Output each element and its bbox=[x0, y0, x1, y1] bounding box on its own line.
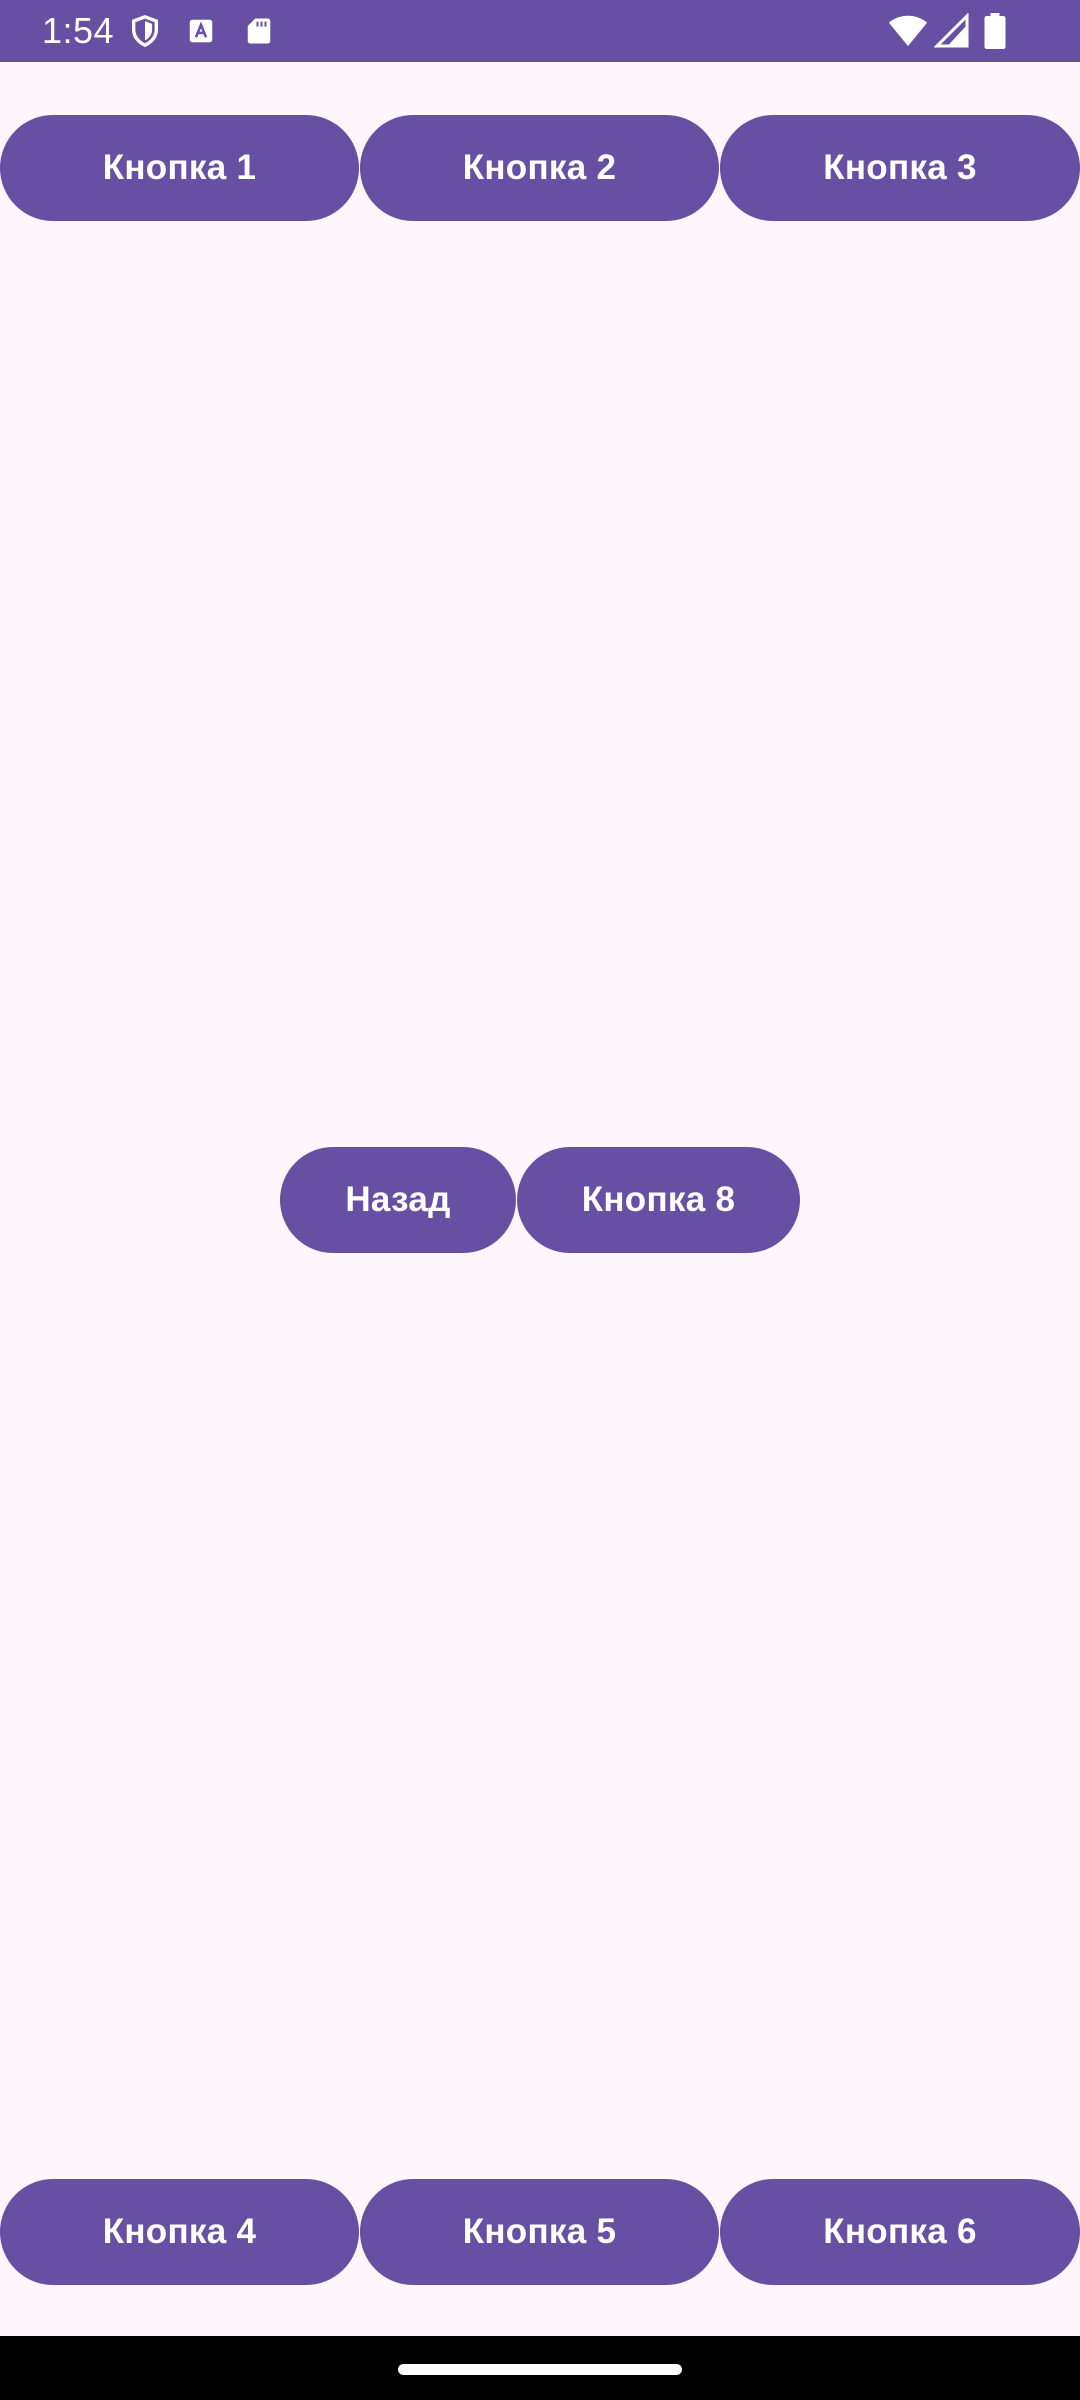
signal-icon bbox=[934, 13, 969, 48]
font-icon bbox=[189, 19, 213, 43]
back-button[interactable]: Назад bbox=[280, 1147, 516, 1253]
button-1[interactable]: Кнопка 1 bbox=[0, 115, 359, 221]
button-6[interactable]: Кнопка 6 bbox=[720, 2179, 1080, 2285]
status-time: 1:54 bbox=[42, 10, 115, 51]
button-3[interactable]: Кнопка 3 bbox=[720, 115, 1080, 221]
button-5[interactable]: Кнопка 5 bbox=[360, 2179, 719, 2285]
status-bar: 1:54 bbox=[0, 0, 1080, 62]
button-4[interactable]: Кнопка 4 bbox=[0, 2179, 359, 2285]
button-8[interactable]: Кнопка 8 bbox=[517, 1147, 800, 1253]
shield-icon bbox=[131, 15, 159, 48]
sd-card-icon bbox=[247, 18, 271, 44]
wifi-icon bbox=[888, 15, 928, 46]
button-2[interactable]: Кнопка 2 bbox=[360, 115, 719, 221]
gesture-handle[interactable] bbox=[398, 2364, 682, 2375]
battery-icon bbox=[984, 13, 1006, 49]
